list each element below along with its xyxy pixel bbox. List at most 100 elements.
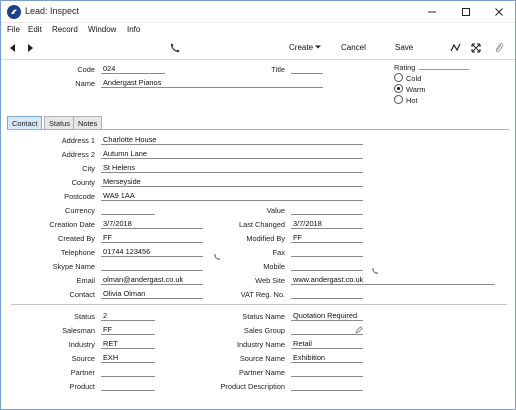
source-field[interactable]: EXH	[101, 353, 155, 363]
county-label: County	[71, 178, 95, 187]
postcode-label: Postcode	[64, 192, 95, 201]
skype-field[interactable]	[101, 261, 203, 271]
website-field[interactable]: www.andergast.co.uk	[291, 275, 495, 285]
partner-field[interactable]	[101, 367, 155, 377]
expand-icon[interactable]	[470, 42, 482, 54]
name-label: Name	[75, 79, 95, 88]
industry-name-label: Industry Name	[236, 340, 285, 349]
menu-file[interactable]: File	[7, 25, 20, 34]
modified-by-field[interactable]: FF	[291, 233, 363, 243]
email-field[interactable]: olman@andergast.co.uk	[101, 275, 203, 285]
rating-hot-label: Hot	[406, 96, 418, 105]
value-label: Value	[266, 206, 285, 215]
sales-group-field[interactable]	[291, 325, 363, 335]
postcode-field[interactable]: WA9 1AA	[101, 191, 363, 201]
creation-date-field[interactable]: 3/7/2018	[101, 219, 203, 229]
minimize-button[interactable]	[415, 1, 449, 23]
rating-cold-label: Cold	[406, 74, 422, 83]
status-name-label: Status Name	[242, 312, 285, 321]
chevron-down-icon[interactable]	[314, 43, 322, 51]
address1-label: Address 1	[61, 136, 95, 145]
industry-name-field[interactable]: Retail	[291, 339, 363, 349]
maximize-button[interactable]	[449, 1, 483, 23]
telephone-label: Telephone	[60, 248, 95, 257]
close-icon	[495, 8, 503, 16]
maximize-icon	[462, 8, 470, 16]
title-field[interactable]	[291, 64, 323, 74]
website-label: Web Site	[255, 276, 285, 285]
value-field[interactable]	[291, 205, 363, 215]
contact-label: Contact	[69, 290, 95, 299]
salesman-field[interactable]: FF	[101, 325, 155, 335]
status-field[interactable]: 2	[101, 311, 155, 321]
rating-cold-radio[interactable]	[394, 73, 403, 82]
created-by-field[interactable]: FF	[101, 233, 203, 243]
save-button[interactable]: Save	[395, 43, 413, 52]
rating-divider	[419, 69, 469, 70]
phone-icon[interactable]	[169, 42, 181, 54]
fax-field[interactable]	[291, 247, 363, 257]
lead-inspect-window: Lead: Inspect File Edit Record Window In…	[0, 0, 516, 410]
rating-hot-radio[interactable]	[394, 95, 403, 104]
menu-edit[interactable]: Edit	[28, 25, 42, 34]
code-label: Code	[77, 65, 95, 74]
name-field[interactable]: Andergast Pianos	[101, 78, 323, 88]
city-field[interactable]: St Helens	[101, 163, 363, 173]
tab-contact[interactable]: Contact	[7, 116, 43, 130]
menu-record[interactable]: Record	[52, 25, 78, 34]
product-description-label: Product Description	[220, 382, 286, 391]
product-field[interactable]	[101, 381, 155, 391]
industry-label: Industry	[68, 340, 95, 349]
status-name-field[interactable]: Quotation Required	[291, 311, 363, 321]
source-label: Source	[71, 354, 95, 363]
tab-divider	[7, 129, 509, 130]
app-logo-icon	[7, 5, 21, 19]
tab-status[interactable]: Status	[44, 116, 75, 130]
next-record-icon[interactable]	[24, 42, 36, 54]
workflow-icon[interactable]	[450, 42, 462, 54]
vat-field[interactable]	[291, 289, 363, 299]
email-label: Email	[76, 276, 95, 285]
salesman-label: Salesman	[62, 326, 95, 335]
source-name-label: Source Name	[239, 354, 285, 363]
rating-label: Rating	[394, 63, 416, 72]
currency-label: Currency	[65, 206, 95, 215]
address1-field[interactable]: Charlotte House	[101, 135, 363, 145]
toolbar: Create Cancel Save	[1, 38, 515, 58]
attachment-icon[interactable]	[493, 42, 505, 54]
edit-pencil-icon[interactable]	[355, 326, 363, 334]
contact-field[interactable]: Olivia Olman	[101, 289, 203, 299]
source-name-field[interactable]: Exhibition	[291, 353, 363, 363]
window-title: Lead: Inspect	[25, 6, 80, 16]
cancel-button[interactable]: Cancel	[341, 43, 366, 52]
previous-record-icon[interactable]	[7, 42, 19, 54]
industry-field[interactable]: RET	[101, 339, 155, 349]
mobile-field[interactable]	[291, 261, 363, 271]
rating-warm-radio[interactable]	[394, 84, 403, 93]
product-description-field[interactable]	[291, 381, 363, 391]
partner-name-field[interactable]	[291, 367, 363, 377]
last-changed-label: Last Changed	[238, 220, 285, 229]
code-field[interactable]: 024	[101, 64, 165, 74]
last-changed-field[interactable]: 3/7/2018	[291, 219, 363, 229]
tab-notes[interactable]: Notes	[73, 116, 103, 130]
partner-name-label: Partner Name	[238, 368, 285, 377]
skype-label: Skype Name	[52, 262, 95, 271]
toolbar-divider	[1, 59, 515, 60]
vat-label: VAT Reg. No.	[240, 290, 285, 299]
mobile-dial-icon[interactable]	[371, 267, 379, 275]
modified-by-label: Modified By	[246, 234, 285, 243]
section-divider	[11, 304, 507, 305]
telephone-field[interactable]: 01744 123456	[101, 247, 203, 257]
address2-field[interactable]: Autumn Lane	[101, 149, 363, 159]
creation-date-label: Creation Date	[49, 220, 95, 229]
currency-field[interactable]	[101, 205, 155, 215]
county-field[interactable]: Merseyside	[101, 177, 363, 187]
rating-warm-label: Warm	[406, 85, 426, 94]
menu-info[interactable]: Info	[127, 25, 140, 34]
create-button[interactable]: Create	[289, 43, 313, 52]
menu-window[interactable]: Window	[88, 25, 116, 34]
title-bar: Lead: Inspect	[1, 1, 515, 23]
close-button[interactable]	[482, 1, 515, 23]
fax-label: Fax	[272, 248, 285, 257]
